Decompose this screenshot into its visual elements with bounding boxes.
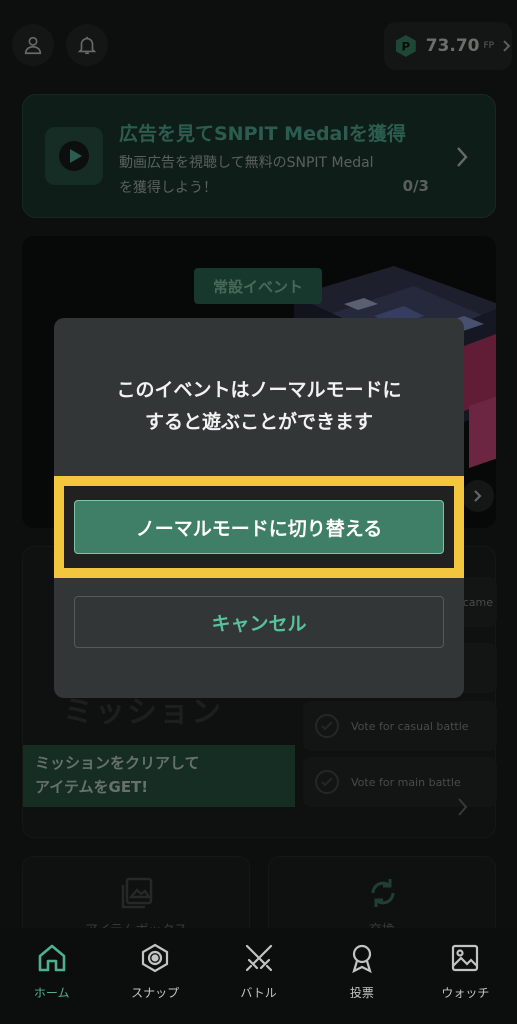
nav-snap[interactable]: スナップ	[103, 928, 206, 1024]
nav-label: バトル	[240, 986, 277, 1000]
nav-vote[interactable]: 投票	[310, 928, 413, 1024]
nav-label: ホーム	[33, 986, 70, 1000]
nav-label: スナップ	[131, 986, 180, 1000]
dialog-message-line2: すると遊ぶことができます	[144, 411, 373, 433]
camera-lens-icon	[142, 943, 169, 973]
award-ribbon-icon	[352, 944, 372, 974]
nav-label: ウォッチ	[441, 986, 490, 1000]
nav-label: 投票	[349, 986, 374, 1000]
image-icon	[452, 944, 479, 972]
switch-to-normal-mode-button[interactable]: ノーマルモードに切り替える	[74, 500, 444, 554]
dialog-message-line1: このイベントはノーマルモードに	[116, 379, 402, 401]
nav-battle[interactable]: バトル	[207, 928, 310, 1024]
switch-mode-dialog: このイベントはノーマルモードに すると遊ぶことができます ノーマルモードに切り替…	[54, 318, 464, 698]
crossed-swords-icon	[245, 944, 272, 972]
bottom-navigation: ホーム スナップ バトル 投票 ウォッチ	[0, 928, 517, 1024]
nav-watch[interactable]: ウォッチ	[414, 928, 517, 1024]
dialog-message: このイベントはノーマルモードに すると遊ぶことができます	[54, 374, 464, 438]
cancel-button[interactable]: キャンセル	[74, 596, 444, 648]
nav-home[interactable]: ホーム	[0, 928, 103, 1024]
home-icon	[38, 944, 66, 972]
